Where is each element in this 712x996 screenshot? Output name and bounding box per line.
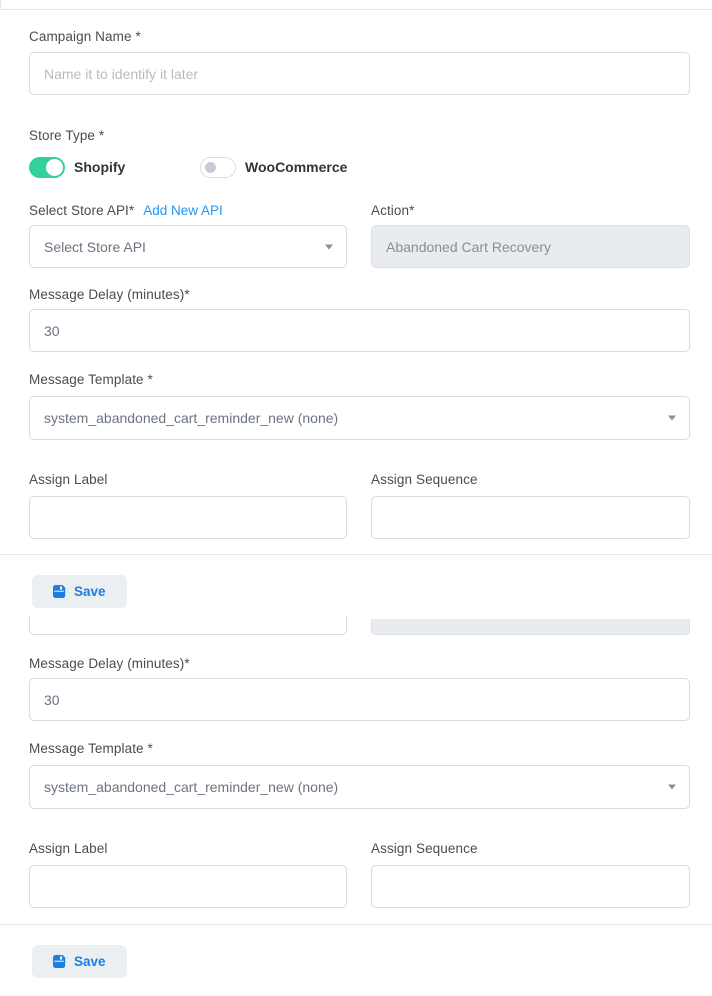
action-label: Action* (371, 203, 690, 219)
woocommerce-toggle-label: WooCommerce (245, 159, 347, 175)
assign-sequence-input[interactable] (371, 496, 690, 539)
shopify-toggle-label: Shopify (74, 159, 125, 175)
store-type-option-woocommerce: WooCommerce (200, 157, 347, 178)
message-template-selected-value: system_abandoned_cart_reminder_new (none… (44, 779, 338, 795)
store-api-label: Select Store API* (29, 203, 134, 219)
store-api-select[interactable]: Select Store API (29, 225, 347, 268)
assign-label-input[interactable] (29, 865, 347, 908)
message-delay-label: Message Delay (minutes)* (29, 287, 690, 303)
campaign-name-input[interactable] (29, 52, 690, 95)
save-button[interactable]: Save (32, 575, 127, 608)
store-api-select-clipped[interactable] (29, 615, 347, 635)
card-edge-tick (0, 0, 1, 10)
assign-label-label: Assign Label (29, 841, 347, 857)
assign-sequence-label: Assign Sequence (371, 841, 690, 857)
message-template-select[interactable]: system_abandoned_cart_reminder_new (none… (29, 765, 690, 809)
message-template-selected-value: system_abandoned_cart_reminder_new (none… (44, 410, 338, 426)
action-input-clipped (371, 619, 690, 635)
add-new-api-link[interactable]: Add New API (143, 203, 223, 218)
save-button-label: Save (74, 954, 106, 969)
campaign-form-1: Campaign Name * Store Type * Shopify Woo… (0, 29, 712, 539)
message-template-label: Message Template * (29, 741, 690, 757)
shopify-toggle[interactable] (29, 157, 65, 178)
assign-sequence-label: Assign Sequence (371, 472, 690, 488)
save-icon (53, 585, 66, 598)
message-template-select[interactable]: system_abandoned_cart_reminder_new (none… (29, 396, 690, 440)
save-icon (53, 955, 66, 968)
save-button[interactable]: Save (32, 945, 127, 978)
woocommerce-toggle[interactable] (200, 157, 236, 178)
top-divider (0, 0, 712, 10)
store-type-label: Store Type * (29, 128, 690, 144)
message-delay-label: Message Delay (minutes)* (29, 656, 690, 672)
assign-label-input[interactable] (29, 496, 347, 539)
store-type-option-shopify: Shopify (29, 157, 200, 178)
assign-sequence-input[interactable] (371, 865, 690, 908)
message-template-label: Message Template * (29, 372, 690, 388)
store-api-selected-value: Select Store API (44, 239, 146, 255)
campaign-form-2: Message Delay (minutes)* Message Templat… (0, 615, 712, 908)
form-2-footer: Save (0, 925, 712, 978)
assign-label-label: Assign Label (29, 472, 347, 488)
campaign-name-label: Campaign Name * (29, 29, 690, 45)
store-type-toggles: Shopify WooCommerce (29, 156, 690, 178)
caret-down-icon (668, 785, 676, 790)
form-1-footer: Save (0, 555, 712, 608)
caret-down-icon (325, 244, 333, 249)
action-input (371, 225, 690, 268)
message-delay-input[interactable] (29, 678, 690, 721)
toggle-knob (203, 160, 218, 175)
toggle-knob (46, 159, 63, 176)
save-button-label: Save (74, 584, 106, 599)
caret-down-icon (668, 416, 676, 421)
clipped-field-row (29, 615, 690, 635)
message-delay-input[interactable] (29, 309, 690, 352)
